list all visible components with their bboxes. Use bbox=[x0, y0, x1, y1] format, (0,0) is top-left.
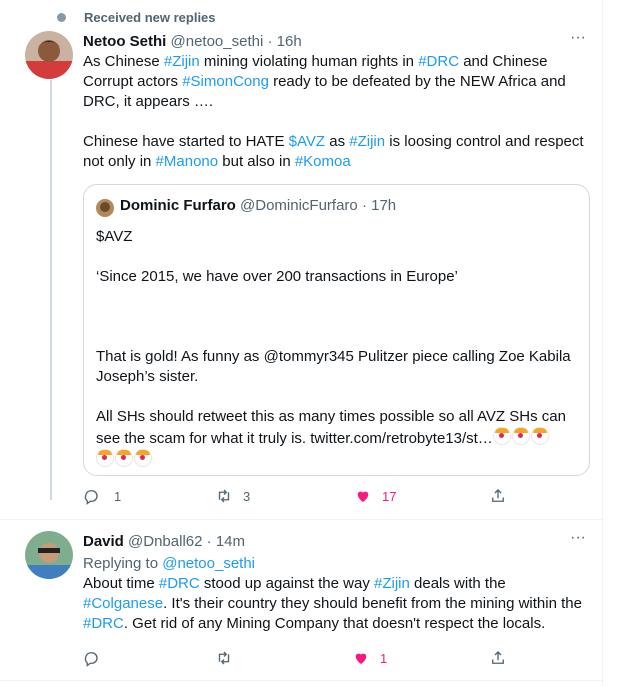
tweet-text: Chinese have started to HATE $AVZ as #Zi… bbox=[83, 132, 593, 172]
author-handle[interactable]: @Dnball62 bbox=[128, 533, 202, 550]
share-icon bbox=[492, 651, 504, 664]
retweet-button[interactable]: 3 bbox=[215, 487, 250, 505]
retweet-button[interactable] bbox=[215, 649, 233, 667]
author-name[interactable]: David bbox=[83, 533, 124, 550]
reply-button[interactable] bbox=[82, 649, 100, 667]
quote-line: That is gold! As funny as @tommyr345 Pul… bbox=[96, 348, 571, 385]
clown-emoji-icon bbox=[115, 449, 133, 467]
tweet-netoo[interactable]: Netoo Sethi @netoo_sethi · 16h As Chines… bbox=[83, 32, 593, 172]
text-run: . Get rid of any Mining Company that doe… bbox=[123, 615, 546, 632]
text-run: deals with the bbox=[409, 575, 506, 592]
replying-handle-link[interactable]: @netoo_sethi bbox=[162, 555, 255, 572]
quote-body: $AVZ ‘Since 2015, we have over 200 trans… bbox=[96, 227, 581, 471]
hashtag-link[interactable]: #DRC bbox=[83, 615, 124, 632]
tweet-david[interactable]: David @Dnball62 · 14m Replying to @netoo… bbox=[83, 532, 593, 634]
quote-line: ‘Since 2015, we have over 200 transactio… bbox=[96, 268, 458, 285]
text-run: stood up against the way bbox=[199, 575, 374, 592]
tweet-text: As Chinese #Zijin mining violating human… bbox=[83, 52, 593, 112]
hashtag-link[interactable]: #DRC bbox=[159, 575, 200, 592]
like-icon bbox=[355, 653, 367, 664]
text-run: Chinese have started to HATE bbox=[83, 133, 289, 150]
tweet-header: David @Dnball62 · 14m bbox=[83, 532, 593, 552]
quote-author-name: Dominic Furfaro bbox=[120, 197, 236, 214]
reply-count: 1 bbox=[114, 488, 122, 504]
tweet-text: About time #DRC stood up against the way… bbox=[83, 574, 593, 634]
text-run: . It's their country they should benefit… bbox=[163, 595, 582, 612]
author-handle[interactable]: @netoo_sethi bbox=[171, 33, 264, 50]
notice-label: Received new replies bbox=[84, 10, 216, 25]
tweet-header: Netoo Sethi @netoo_sethi · 16h bbox=[83, 32, 593, 52]
hashtag-link[interactable]: #DRC bbox=[418, 53, 459, 70]
clown-emoji-icon bbox=[96, 449, 114, 467]
divider bbox=[0, 680, 602, 681]
retweet-icon bbox=[218, 651, 230, 665]
notice-dot-icon bbox=[57, 13, 66, 22]
author-name[interactable]: Netoo Sethi bbox=[83, 33, 166, 50]
quote-line: $AVZ bbox=[96, 228, 133, 245]
thread-line bbox=[50, 80, 52, 500]
replying-prefix: Replying to bbox=[83, 555, 163, 572]
divider bbox=[0, 519, 602, 520]
retweet-icon bbox=[218, 489, 230, 503]
quote-header: Dominic Furfaro @DominicFurfaro · 17h bbox=[120, 197, 396, 214]
avatar[interactable] bbox=[25, 531, 73, 579]
reply-button[interactable]: 1 bbox=[82, 487, 121, 505]
text-run: As Chinese bbox=[83, 53, 164, 70]
like-count: 17 bbox=[382, 488, 397, 504]
reply-icon bbox=[84, 490, 98, 505]
like-count: 1 bbox=[380, 650, 388, 666]
clown-emoji-icon bbox=[134, 449, 152, 467]
text-run: About time bbox=[83, 575, 159, 592]
more-icon[interactable]: ··· bbox=[568, 30, 588, 52]
share-icon bbox=[492, 489, 504, 502]
text-run: but also in bbox=[218, 153, 295, 170]
separator: · bbox=[206, 533, 212, 550]
like-button[interactable]: 1 bbox=[352, 649, 387, 667]
separator: · bbox=[267, 33, 273, 50]
separator: · bbox=[361, 197, 367, 214]
hashtag-link[interactable]: #Komoa bbox=[295, 153, 351, 170]
reply-icon bbox=[84, 652, 98, 667]
quote-timestamp: 17h bbox=[371, 197, 397, 214]
clown-emoji-icon bbox=[530, 427, 549, 445]
like-icon bbox=[357, 491, 369, 502]
hashtag-link[interactable]: #SimonCong bbox=[182, 73, 269, 90]
quote-line: All SHs should retweet this as many time… bbox=[96, 407, 581, 471]
retweet-count: 3 bbox=[243, 488, 251, 504]
quoted-tweet[interactable]: Dominic Furfaro @DominicFurfaro · 17h $A… bbox=[83, 184, 590, 476]
timestamp[interactable]: 16h bbox=[277, 33, 302, 50]
quote-avatar bbox=[96, 199, 114, 217]
hashtag-link[interactable]: #Zijin bbox=[164, 53, 200, 70]
hashtag-link[interactable]: #Zijin bbox=[349, 133, 385, 150]
text-run: as bbox=[325, 133, 350, 150]
clown-emoji-icon bbox=[492, 427, 511, 445]
like-button[interactable]: 17 bbox=[354, 487, 396, 505]
timeline-column: Received new replies Netoo Sethi @netoo_… bbox=[0, 0, 603, 686]
clown-emoji-icon bbox=[511, 427, 530, 445]
share-button[interactable] bbox=[489, 487, 507, 505]
more-icon[interactable]: ··· bbox=[568, 530, 588, 552]
text-run: mining violating human rights in bbox=[199, 53, 419, 70]
replying-to: Replying to @netoo_sethi bbox=[83, 554, 593, 574]
hashtag-link[interactable]: #Manono bbox=[156, 153, 219, 170]
avatar[interactable] bbox=[25, 31, 73, 79]
quote-author-handle: @DominicFurfaro bbox=[240, 197, 358, 214]
share-button[interactable] bbox=[489, 649, 507, 667]
tweet1-actions: 1 3 17 bbox=[0, 487, 602, 507]
timestamp[interactable]: 14m bbox=[216, 533, 245, 550]
hashtag-link[interactable]: #Colganese bbox=[83, 595, 163, 612]
tweet2-actions: 1 bbox=[0, 649, 602, 669]
cashtag-link[interactable]: $AVZ bbox=[289, 133, 325, 150]
hashtag-link[interactable]: #Zijin bbox=[374, 575, 410, 592]
